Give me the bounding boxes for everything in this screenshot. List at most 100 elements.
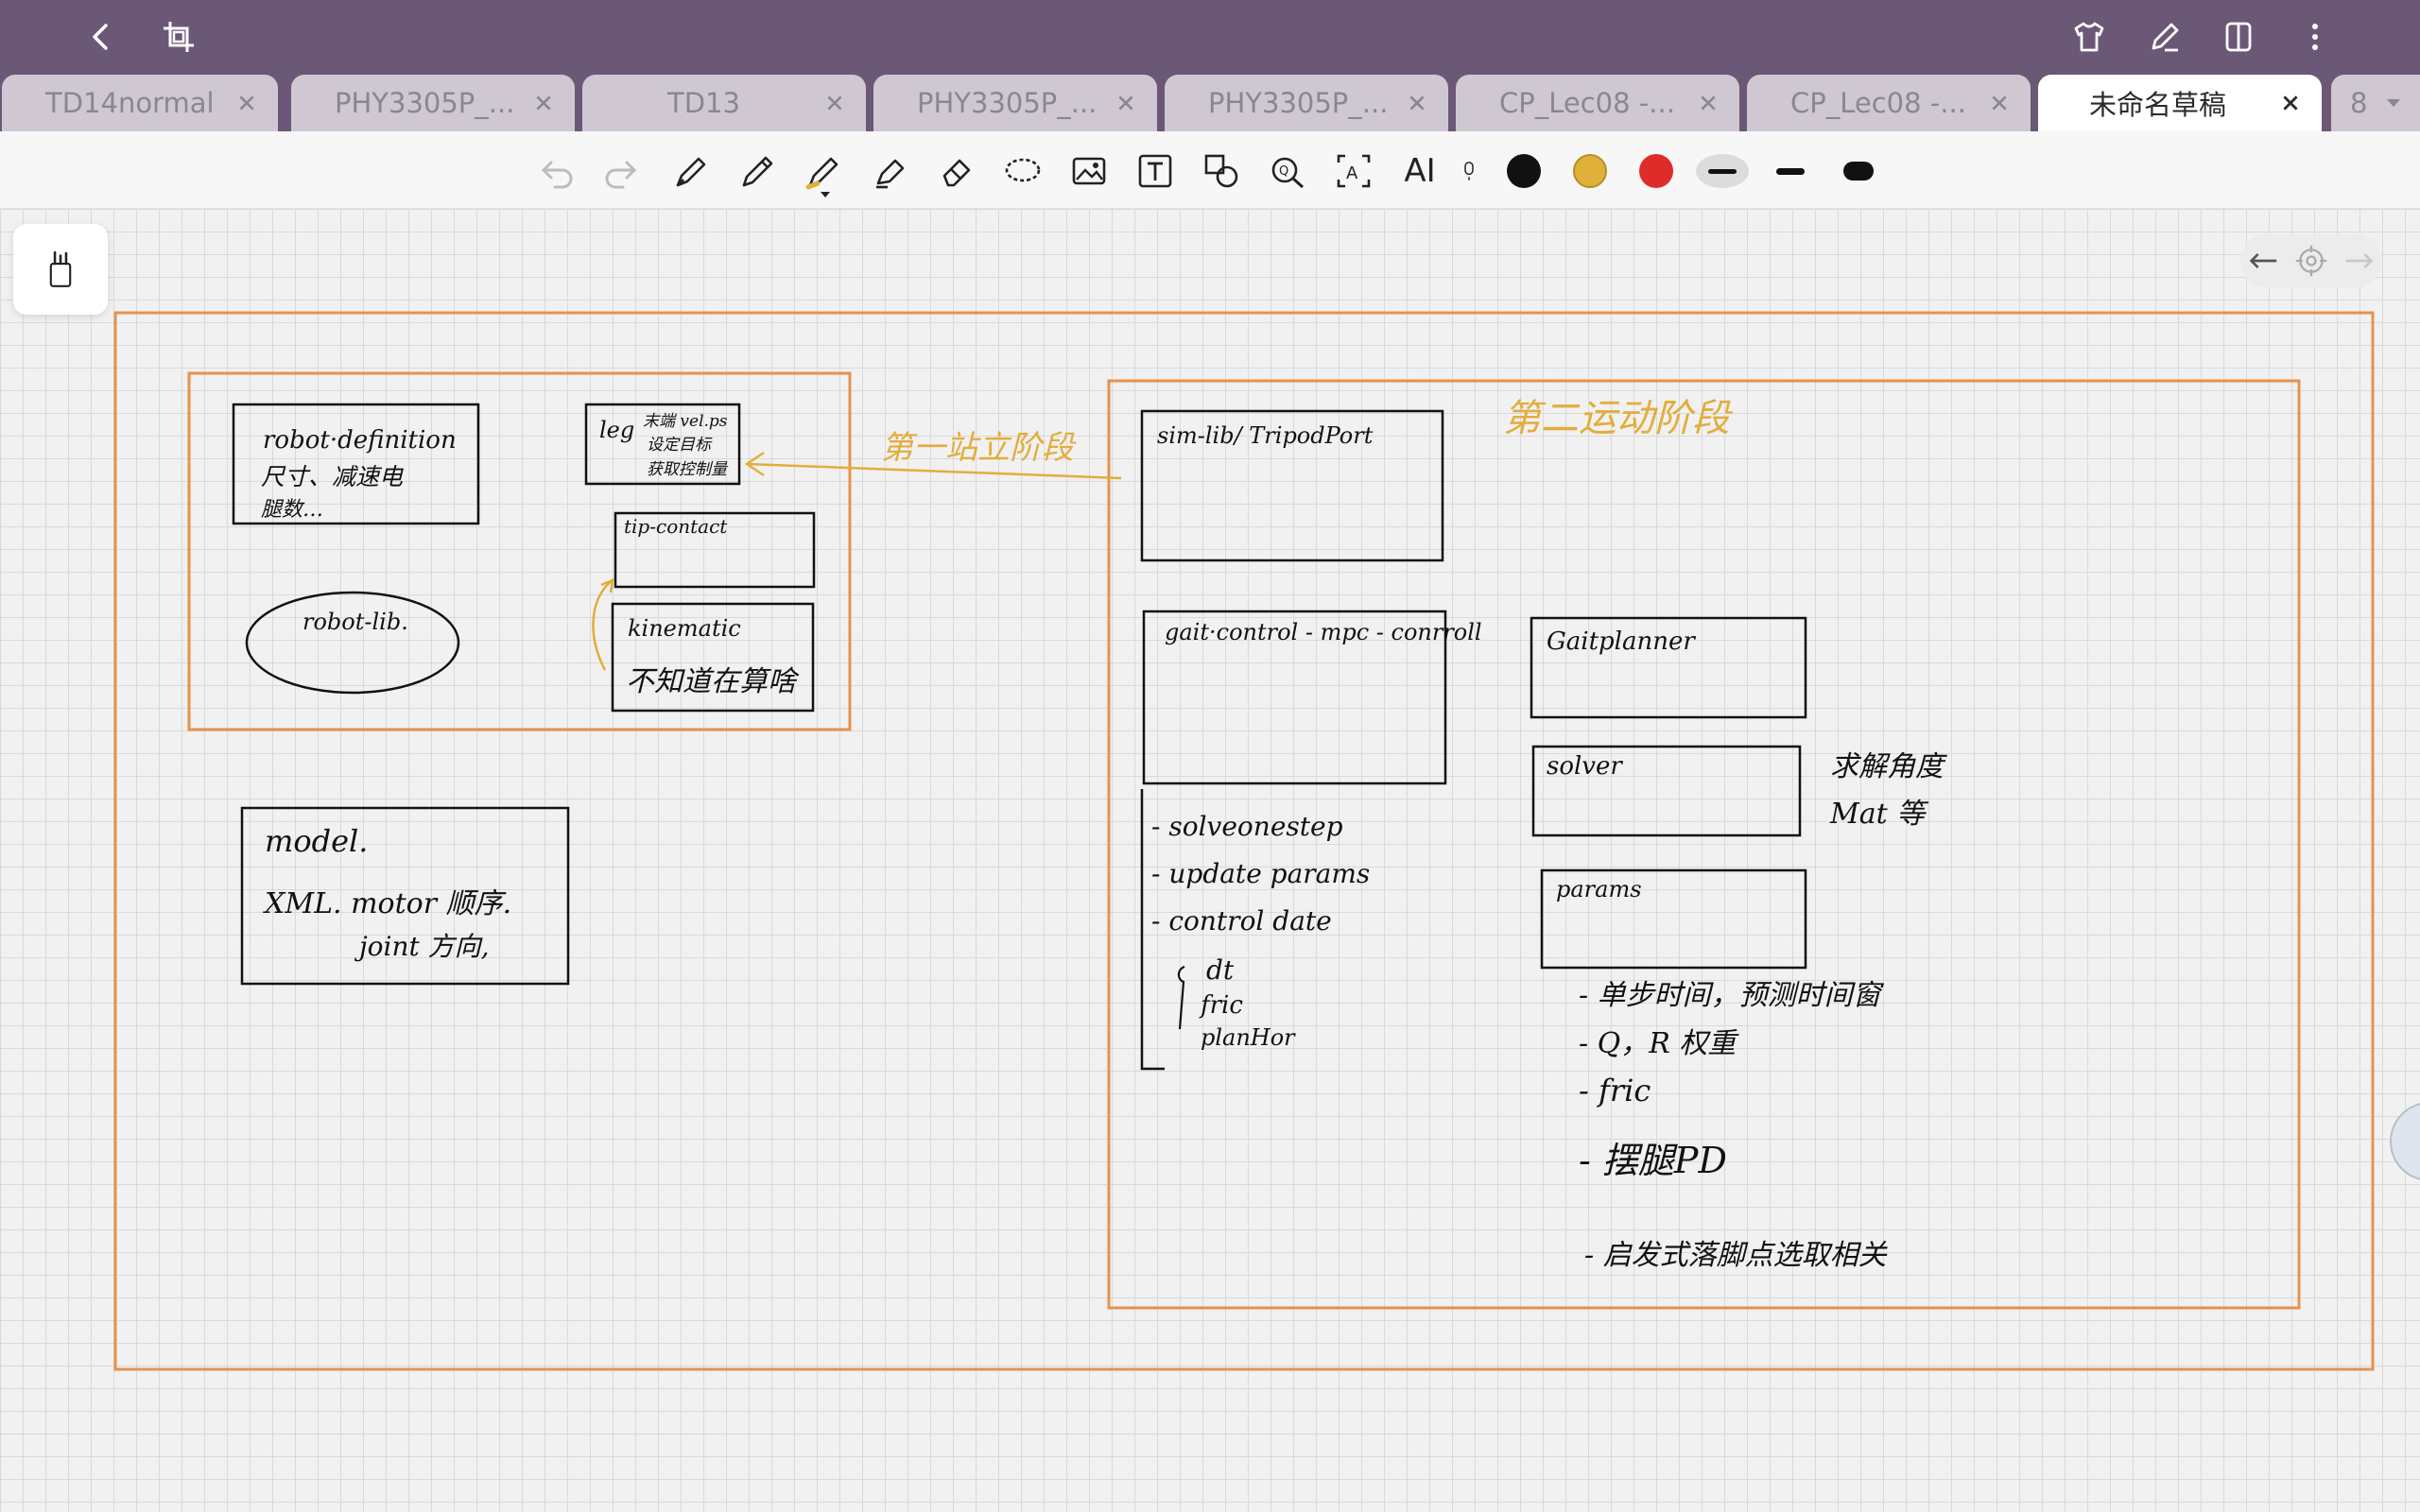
- tab-phy3305p-2[interactable]: PHY3305P_...: [873, 75, 1157, 131]
- gait-item-control-date: - control date: [1151, 905, 1332, 936]
- lasso-tool[interactable]: [998, 146, 1047, 196]
- lasso-icon: [1005, 158, 1041, 182]
- arrow-left-icon[interactable]: [2248, 250, 2278, 271]
- tab-td13[interactable]: TD13: [582, 75, 866, 131]
- tab-cp-lec08-2[interactable]: CP_Lec08 -...: [1747, 75, 2031, 131]
- layout-icon: [2225, 22, 2252, 52]
- back-button[interactable]: [76, 11, 127, 62]
- image-tool[interactable]: [1064, 146, 1114, 196]
- robot-definition-line3: 腿数…: [261, 498, 323, 522]
- tab-phy3305p-3[interactable]: PHY3305P_...: [1165, 75, 1448, 131]
- microphone-icon: [1464, 162, 1474, 180]
- close-icon[interactable]: [2276, 89, 2305, 117]
- pen-edit-icon: [2152, 23, 2179, 52]
- page-navigation: [2240, 234, 2382, 287]
- leg-line3: 获取控制量: [647, 460, 729, 479]
- stroke-width-thick[interactable]: [1832, 154, 1885, 188]
- params-label: params: [1556, 876, 1642, 902]
- color-swatch-red[interactable]: [1639, 154, 1673, 188]
- edit-button[interactable]: [2139, 11, 2190, 62]
- search-ocr-icon: Q: [1271, 157, 1305, 189]
- robot-definition-line2: 尺寸、减速电: [261, 463, 404, 490]
- arrow-right-icon[interactable]: [2344, 250, 2375, 271]
- close-icon[interactable]: [529, 89, 558, 117]
- drawing-canvas[interactable]: robot·definition 尺寸、减速电 腿数… leg 末端 vel.p…: [0, 209, 2420, 1512]
- color-swatch-black[interactable]: [1507, 154, 1541, 188]
- params-item-fric: - fric: [1579, 1073, 1651, 1108]
- close-icon[interactable]: [1694, 89, 1722, 117]
- sub-item-fric: fric: [1199, 991, 1243, 1020]
- shirt-icon: [2074, 22, 2104, 52]
- params-item-step-time: - 单步时间，预测时间窗: [1579, 979, 1885, 1012]
- color-swatch-gold[interactable]: [1573, 154, 1607, 188]
- solver-label: solver: [1547, 752, 1623, 781]
- pencil-icon: [742, 156, 773, 187]
- kinematic-title: kinematic: [628, 615, 741, 642]
- floating-tool-palette[interactable]: [13, 224, 108, 315]
- params-item-foothold: - 启发式落脚点选取相关: [1584, 1239, 1889, 1272]
- caret-down-icon: [2387, 99, 2401, 107]
- robot-lib-label: robot-lib.: [302, 609, 408, 635]
- close-icon[interactable]: [821, 89, 849, 117]
- title-bar: [0, 0, 2420, 75]
- gaitplanner-label: Gaitplanner: [1547, 627, 1696, 656]
- more-button[interactable]: [2290, 11, 2341, 62]
- eraser-icon: [942, 159, 971, 187]
- canvas-drawing: robot·definition 尺寸、减速电 腿数… leg 末端 vel.p…: [113, 311, 2375, 1371]
- close-icon[interactable]: [1112, 89, 1140, 117]
- redo-icon: [605, 161, 637, 189]
- tab-cp-lec08-1[interactable]: CP_Lec08 -...: [1456, 75, 1739, 131]
- params-item-qr-weights: - Q，R 权重: [1579, 1027, 1739, 1060]
- close-icon[interactable]: [1403, 89, 1431, 117]
- layout-button[interactable]: [2213, 11, 2264, 62]
- tab-untitled-draft[interactable]: 未命名草稿: [2038, 75, 2322, 131]
- kinematic-to-contact-arrow: [592, 578, 614, 671]
- target-center-icon[interactable]: [2294, 244, 2328, 278]
- tab-td14normal[interactable]: TD14normal: [2, 75, 278, 131]
- close-icon[interactable]: [233, 89, 261, 117]
- svg-text:Q: Q: [1279, 164, 1288, 179]
- fountain-pen-icon: [676, 157, 706, 187]
- tip-contact-label: tip-contact: [624, 515, 728, 538]
- pencil-tool[interactable]: [734, 146, 783, 196]
- image-icon: [1072, 157, 1106, 185]
- svg-text:A: A: [1346, 163, 1358, 183]
- marker-tool[interactable]: [866, 146, 915, 196]
- shape-tool[interactable]: [1197, 146, 1246, 196]
- theme-button[interactable]: [2064, 11, 2115, 62]
- text-recognition-tool[interactable]: A: [1329, 146, 1378, 196]
- leg-line1: 末端 vel.ps: [643, 412, 728, 431]
- shapes-icon: [1204, 154, 1238, 188]
- text-scan-icon: A: [1337, 154, 1371, 188]
- tab-phy3305p-1[interactable]: PHY3305P_...: [291, 75, 575, 131]
- redo-button[interactable]: [596, 146, 645, 196]
- stroke-width-medium[interactable]: [1764, 154, 1817, 188]
- leg-title: leg: [599, 417, 634, 443]
- eraser-tool[interactable]: [932, 146, 981, 196]
- chevron-left-icon: [93, 24, 108, 50]
- ocr-search-tool[interactable]: Q: [1263, 146, 1312, 196]
- sub-list-brace: [1177, 965, 1185, 1030]
- microphone-tool[interactable]: [1458, 146, 1480, 196]
- model-line2: XML. motor 顺序.: [263, 887, 511, 920]
- close-icon[interactable]: [1985, 89, 2014, 117]
- robot-lib-ellipse: [245, 591, 460, 695]
- sub-item-planhor: planHor: [1201, 1024, 1296, 1051]
- highlighter-tool[interactable]: [800, 146, 849, 198]
- sub-item-dt: dt: [1206, 954, 1235, 986]
- params-item-swing-pd: - 摆腿PD: [1579, 1140, 1727, 1181]
- more-vertical-icon: [2312, 24, 2318, 50]
- undo-button[interactable]: [533, 146, 582, 196]
- stage1-label: 第一站立阶段: [881, 429, 1077, 467]
- robot-definition-title: robot·definition: [263, 426, 457, 455]
- tab-bar: TD14normal PHY3305P_... TD13 PHY3305P_..…: [0, 75, 2420, 131]
- stroke-width-thin[interactable]: [1696, 154, 1749, 188]
- tab-overflow-menu[interactable]: 8: [2331, 75, 2420, 131]
- ai-tool[interactable]: AI: [1395, 146, 1444, 196]
- fountain-pen-tool[interactable]: [667, 146, 717, 196]
- text-tool[interactable]: [1131, 146, 1180, 196]
- caret-down-icon: [821, 192, 830, 198]
- crop-button[interactable]: [153, 11, 204, 62]
- text-box-icon: [1138, 154, 1172, 188]
- stage2-label: 第二运动阶段: [1503, 397, 1734, 440]
